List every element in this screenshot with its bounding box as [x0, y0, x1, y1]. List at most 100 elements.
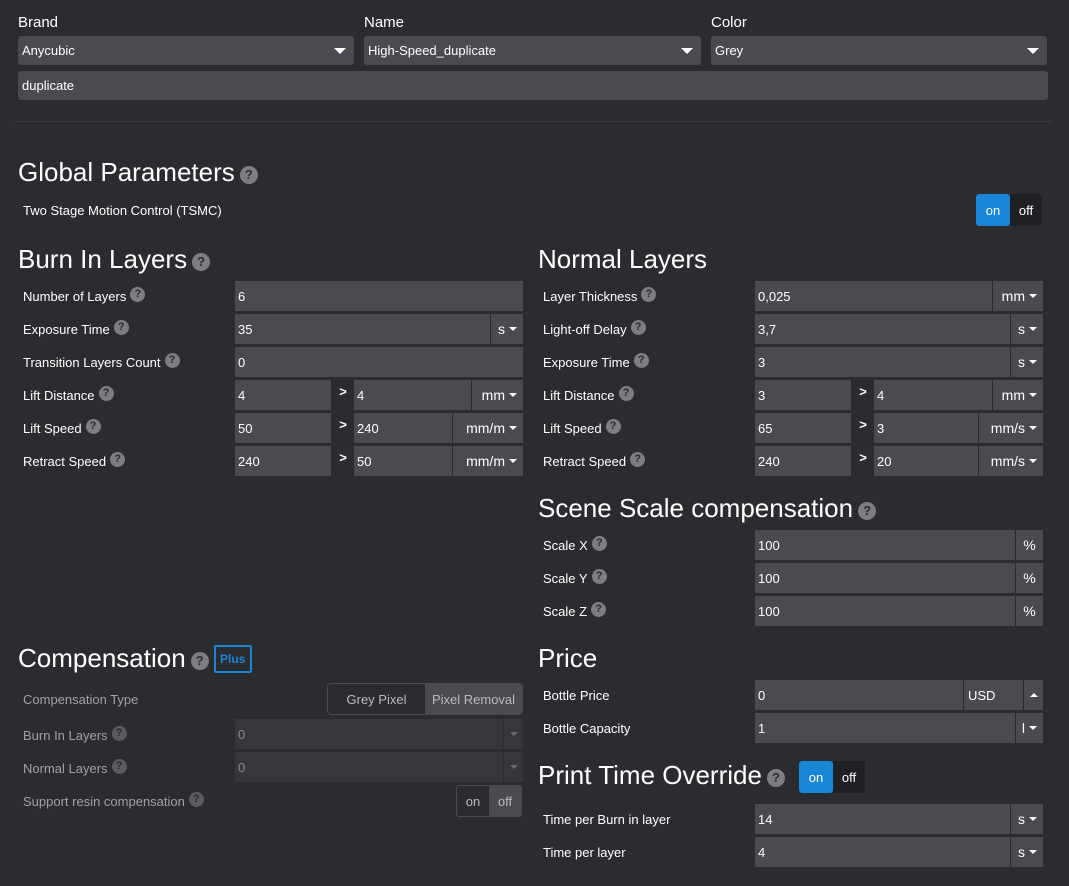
normal-lift-distance-2-input[interactable]: 4 — [874, 380, 992, 410]
caret-down-icon — [1029, 294, 1037, 298]
burn-retract-speed-2-input[interactable]: 50 — [354, 446, 452, 476]
normal-lift-speed-unit: mm/s — [990, 420, 1025, 436]
burn-transition-input[interactable]: 0 — [235, 347, 523, 377]
help-icon[interactable]: ? — [111, 758, 127, 774]
burn-lift-distance-unit-select[interactable]: mm — [471, 380, 523, 410]
time-per-burn-label: Time per Burn in layer — [543, 812, 671, 827]
pixel-removal-option[interactable]: Pixel Removal — [425, 684, 522, 714]
help-icon[interactable]: ? — [98, 385, 114, 401]
help-icon[interactable]: ? — [591, 535, 607, 551]
header-divider — [14, 121, 1052, 122]
help-icon[interactable]: ? — [110, 451, 126, 467]
burn-exposure-input[interactable]: 35 — [235, 314, 490, 344]
time-per-layer-unit-select[interactable]: s — [1010, 837, 1043, 867]
normal-thickness-input[interactable]: 0,025 — [755, 281, 992, 311]
color-select[interactable]: Grey — [711, 36, 1047, 65]
help-icon[interactable]: ? — [591, 568, 607, 584]
tsmc-toggle[interactable]: on off — [976, 194, 1042, 226]
burn-num-layers-input[interactable]: 6 — [235, 281, 523, 311]
support-resin-on[interactable]: on — [457, 786, 489, 816]
time-per-layer-label: Time per layer — [543, 845, 626, 860]
help-icon[interactable]: ? — [192, 252, 211, 271]
tsmc-on[interactable]: on — [976, 194, 1010, 226]
normal-lift-speed-1-input[interactable]: 65 — [755, 413, 851, 443]
currency-select[interactable]: USD — [963, 680, 1023, 710]
help-icon[interactable]: ? — [605, 418, 621, 434]
capacity-unit-select[interactable]: l — [1015, 713, 1043, 743]
print-time-off[interactable]: off — [833, 761, 865, 793]
arrow-separator: > — [859, 450, 867, 465]
help-icon[interactable]: ? — [591, 601, 607, 617]
scale-z-input[interactable]: 100 — [755, 596, 1015, 626]
scale-x-unit: % — [1015, 530, 1043, 560]
help-icon[interactable]: ? — [618, 385, 634, 401]
help-icon[interactable]: ? — [85, 418, 101, 434]
help-icon[interactable]: ? — [641, 286, 657, 302]
help-icon[interactable]: ? — [633, 352, 649, 368]
print-time-toggle[interactable]: on off — [799, 761, 865, 793]
burn-exposure-unit-select[interactable]: s — [490, 314, 523, 344]
time-per-burn-unit-select[interactable]: s — [1010, 804, 1043, 834]
bottle-price-label: Bottle Price — [543, 688, 610, 703]
burn-lift-distance-1-input[interactable]: 4 — [235, 380, 331, 410]
normal-lift-distance-label: Lift Distance ? — [543, 385, 634, 403]
normal-thickness-unit-select[interactable]: mm — [992, 281, 1043, 311]
help-icon[interactable]: ? — [858, 501, 877, 520]
notes-input[interactable]: duplicate — [18, 71, 1048, 100]
normal-retract-speed-1-input[interactable]: 240 — [755, 446, 851, 476]
normal-lift-speed-unit-select[interactable]: mm/s — [978, 413, 1043, 443]
help-icon[interactable]: ? — [164, 352, 180, 368]
grey-pixel-option[interactable]: Grey Pixel — [328, 684, 425, 714]
normal-retract-speed-unit-select[interactable]: mm/s — [978, 446, 1043, 476]
burn-lift-distance-2-input[interactable]: 4 — [354, 380, 471, 410]
bottle-capacity-input[interactable]: 1 — [755, 713, 1015, 743]
time-per-burn-input[interactable]: 14 — [755, 804, 1010, 834]
comp-normal-input[interactable]: 0 — [235, 752, 503, 782]
normal-exposure-input[interactable]: 3 — [755, 347, 1010, 377]
normal-lightoff-unit-select[interactable]: s — [1010, 314, 1043, 344]
comp-burn-select[interactable] — [503, 719, 523, 749]
help-icon[interactable]: ? — [190, 651, 209, 670]
tsmc-off[interactable]: off — [1010, 194, 1042, 226]
caret-down-icon — [1029, 459, 1037, 463]
comp-burn-input[interactable]: 0 — [235, 719, 503, 749]
normal-lift-speed-2-input[interactable]: 3 — [874, 413, 978, 443]
currency-dropdown-button[interactable] — [1023, 680, 1043, 710]
burn-num-layers-label: Number of Layers ? — [23, 286, 146, 304]
compensation-type-segmented[interactable]: Grey Pixel Pixel Removal — [327, 683, 523, 715]
help-icon[interactable]: ? — [630, 319, 646, 335]
support-resin-toggle[interactable]: on off — [456, 785, 522, 817]
burn-lift-speed-1-input[interactable]: 50 — [235, 413, 331, 443]
name-select[interactable]: High-Speed_duplicate — [364, 36, 701, 65]
help-icon[interactable]: ? — [130, 286, 146, 302]
brand-select[interactable]: Anycubic — [18, 36, 354, 65]
burn-retract-speed-1-input[interactable]: 240 — [235, 446, 331, 476]
support-resin-off[interactable]: off — [489, 786, 521, 816]
name-label: Name — [364, 14, 405, 31]
normal-lightoff-input[interactable]: 3,7 — [755, 314, 1010, 344]
comp-normal-select[interactable] — [503, 752, 523, 782]
scale-y-input[interactable]: 100 — [755, 563, 1015, 593]
print-time-on[interactable]: on — [799, 761, 833, 793]
burn-lift-speed-unit-select[interactable]: mm/m — [452, 413, 523, 443]
capacity-unit: l — [1021, 720, 1025, 736]
help-icon[interactable]: ? — [188, 791, 204, 807]
burn-lift-speed-label: Lift Speed ? — [23, 418, 101, 436]
burn-lift-speed-2-input[interactable]: 240 — [354, 413, 452, 443]
help-icon[interactable]: ? — [111, 725, 127, 741]
normal-retract-speed-2-input[interactable]: 20 — [874, 446, 978, 476]
bottle-price-input[interactable]: 0 — [755, 680, 963, 710]
normal-exposure-unit-select[interactable]: s — [1010, 347, 1043, 377]
help-icon[interactable]: ? — [113, 319, 129, 335]
time-per-layer-input[interactable]: 4 — [755, 837, 1010, 867]
help-icon[interactable]: ? — [239, 165, 258, 184]
arrow-separator: > — [859, 417, 867, 432]
scale-x-input[interactable]: 100 — [755, 530, 1015, 560]
normal-lift-distance-1-input[interactable]: 3 — [755, 380, 851, 410]
help-icon[interactable]: ? — [630, 451, 646, 467]
normal-lift-distance-unit-select[interactable]: mm — [992, 380, 1043, 410]
normal-thickness-label: Layer Thickness ? — [543, 286, 657, 304]
plus-badge[interactable]: Plus — [213, 644, 252, 673]
burn-retract-speed-unit-select[interactable]: mm/m — [452, 446, 523, 476]
help-icon[interactable]: ? — [766, 768, 785, 787]
